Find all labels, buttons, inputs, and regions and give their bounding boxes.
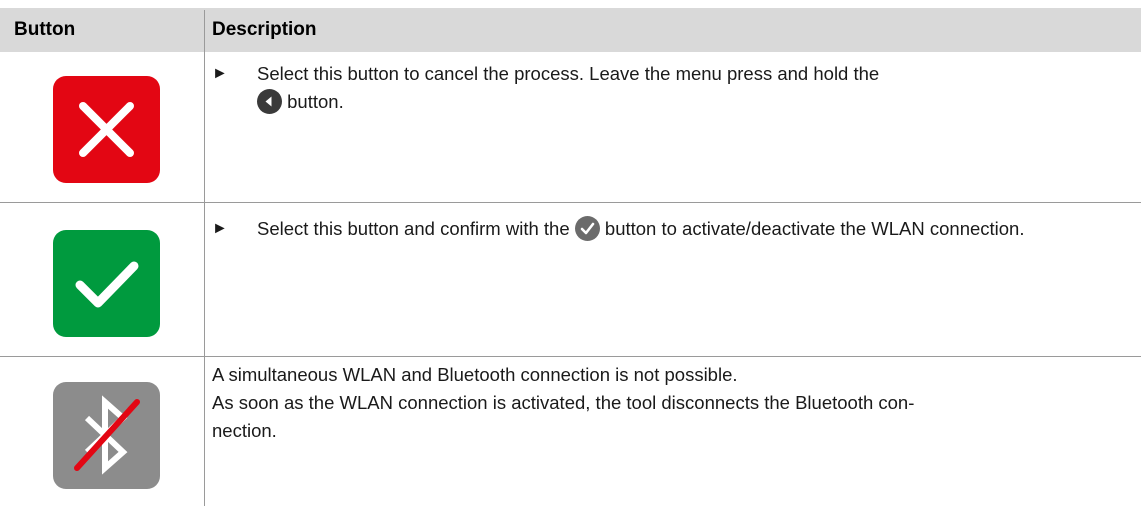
row-description: ► Select this button and confirm with th…	[212, 215, 1133, 243]
description-text: A simultaneous WLAN and Bluetooth connec…	[212, 364, 738, 385]
header-button: Button	[14, 19, 76, 40]
bullet-arrow-icon: ►	[212, 220, 228, 237]
table-row: ► Select this button and confirm with th…	[0, 203, 1141, 356]
bluetooth-off-icon	[74, 395, 140, 475]
bluetooth-off-tile	[53, 382, 160, 489]
checkmark-icon	[75, 261, 139, 308]
header-description: Description	[212, 19, 317, 40]
close-icon	[79, 102, 134, 157]
back-arrow-circle-icon	[257, 89, 282, 114]
table-header: Button Description	[0, 8, 1141, 52]
description-text: Select this button and confirm with the	[257, 218, 570, 239]
description-text: As soon as the WLAN connection is activa…	[212, 392, 915, 413]
button-description-table: Button Description ► Select this button …	[0, 0, 1141, 506]
table-row: ► Select this button to cancel the proce…	[0, 52, 1141, 202]
cancel-button-tile	[53, 76, 160, 183]
bullet-arrow-icon: ►	[212, 65, 228, 82]
checkmark-circle-icon	[574, 216, 600, 241]
description-text: Select this button to cancel the process…	[257, 63, 880, 84]
description-text: button to activate/deactivate the WLAN c…	[604, 218, 1025, 239]
description-text: button.	[287, 91, 344, 112]
row-description: A simultaneous WLAN and Bluetooth connec…	[212, 361, 1133, 445]
table-row: A simultaneous WLAN and Bluetooth connec…	[0, 357, 1141, 506]
confirm-button-tile	[53, 230, 160, 337]
description-text: nection.	[212, 420, 277, 441]
row-description: ► Select this button to cancel the proce…	[212, 60, 1133, 116]
